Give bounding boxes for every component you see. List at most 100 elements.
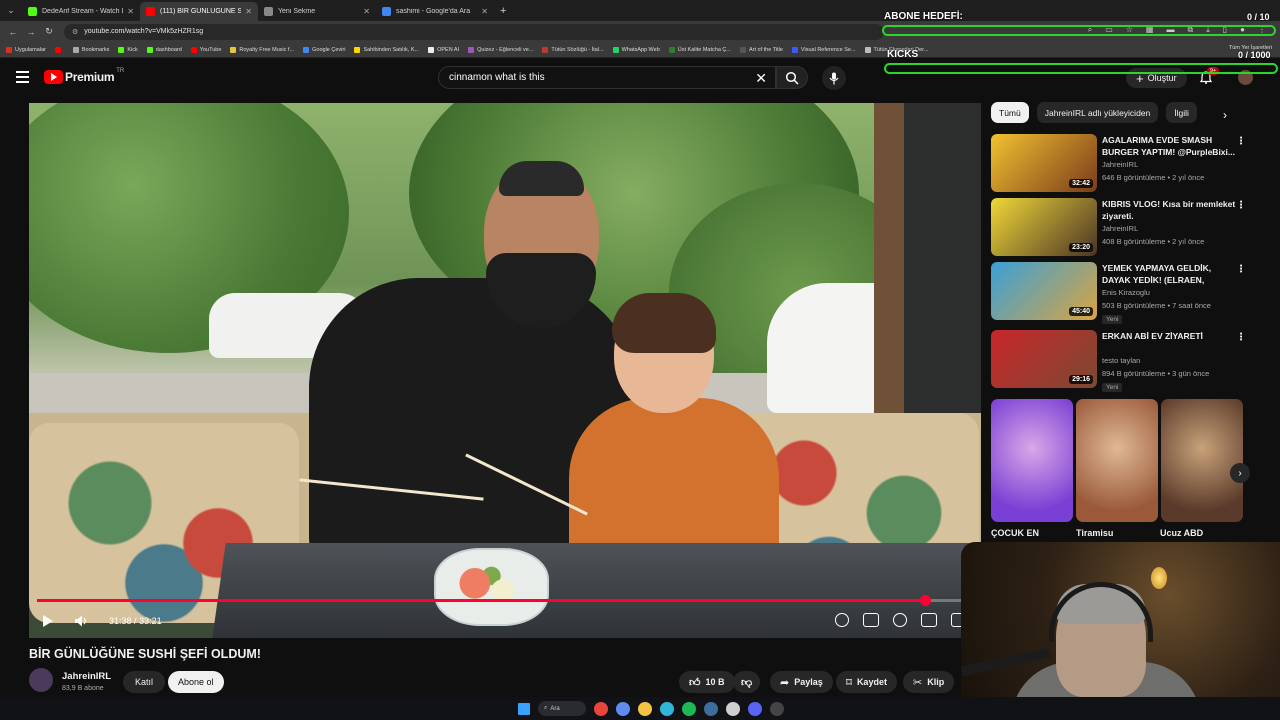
chevron-right-icon[interactable]: › [1223,108,1227,122]
like-button[interactable]: 👍︎ 10 B [679,671,735,693]
video-thumbnail[interactable]: 45:40 [991,262,1097,320]
recommended-channel[interactable]: Enis Kirazoglu [1102,288,1150,297]
more-options-icon[interactable]: ⋮ [1236,264,1246,275]
windows-start-icon[interactable] [518,702,530,715]
recommended-channel[interactable]: JahreinIRL [1102,160,1138,169]
youtube-logo[interactable]: Premium TR [44,68,124,84]
short-thumbnail[interactable] [991,399,1073,522]
recommended-title[interactable]: KIBRIS VLOG! Kısa bir memleket ziyareti. [1102,198,1236,222]
browser-tab[interactable]: (111) BİR GÜNLÜĞÜNE SUSHİ ŞE...✕ [140,2,258,21]
settings-gear-icon[interactable] [893,613,907,627]
file-explorer-icon[interactable] [638,701,652,716]
bookmark-item[interactable]: WhatsApp Web [612,46,660,53]
short-title[interactable]: Tiramisu [1076,528,1113,538]
bookmark-item[interactable]: Uygulamalar [6,46,46,53]
video-thumbnail[interactable]: 23:20 [991,198,1097,256]
chrome-icon[interactable] [594,701,608,716]
bookmark-item[interactable]: YouTube [190,46,221,53]
video-thumbnail[interactable]: 32:42 [991,134,1097,192]
forward-icon[interactable]: → [22,27,40,37]
short-title[interactable]: ÇOCUK EN [991,528,1039,538]
close-tab-icon[interactable]: ✕ [481,7,488,16]
filter-chip[interactable]: Tümü [991,102,1029,123]
bookmark-item[interactable]: Kick [118,46,138,53]
recommended-video[interactable]: 45:40 YEMEK YAPMAYA GELDİK, DAYAK YEDİK! … [991,262,1261,324]
reload-icon[interactable]: ↻ [40,26,58,37]
channel-avatar[interactable] [29,668,53,692]
short-thumbnail[interactable] [1161,399,1243,522]
back-icon[interactable]: ← [4,27,22,37]
edge-icon[interactable] [660,701,674,716]
close-tab-icon[interactable]: ✕ [245,7,252,16]
obs-icon[interactable] [770,701,784,716]
bookmark-item[interactable]: Quizez - Eğlenceli ve... [468,46,533,53]
share-button[interactable]: ➦ Paylaş [770,671,833,693]
bookmark-item[interactable]: Art of the Title [739,46,783,53]
recommended-title[interactable]: AGALARIMA EVDE SMASH BURGER YAPTIM! @Pur… [1102,134,1236,158]
short-thumbnail[interactable] [1076,399,1158,522]
spotify-icon[interactable] [682,701,696,716]
steam-icon[interactable] [704,701,718,716]
subtitles-icon[interactable] [863,613,879,627]
miniplayer-icon[interactable] [921,613,937,627]
channel-name[interactable]: JahreinIRL [62,671,111,682]
search-button[interactable] [776,66,808,89]
clear-search-icon[interactable]: ✕ [755,70,767,87]
recommended-video[interactable]: 29:16 ERKAN ABİ EV ZİYARETİ testo taylan 89… [991,330,1261,392]
share-label: Paylaş [794,677,823,687]
tab-search-icon[interactable]: ⌄ [0,0,22,21]
recommended-channel[interactable]: testo taylan [1102,356,1140,365]
bookmark-item[interactable]: OPEN AI [428,46,459,53]
recommended-channel[interactable]: JahreinIRL [1102,224,1138,233]
volume-icon[interactable] [74,614,88,628]
address-bar[interactable]: ⚙ youtube.com/watch?v=VMk5zHZR1sg [64,23,884,40]
app-icon[interactable] [726,701,740,716]
hamburger-menu-icon[interactable] [16,71,29,86]
bookmark-item[interactable]: Visual Reference Se... [791,46,856,53]
video-thumbnail[interactable]: 29:16 [991,330,1097,388]
close-tab-icon[interactable]: ✕ [363,7,370,16]
more-options-icon[interactable]: ⋮ [1236,136,1246,147]
video-player[interactable]: 31:38 / 33:21 [29,103,981,638]
recommended-title[interactable]: ERKAN ABİ EV ZİYARETİ [1102,330,1236,342]
bookmark-item[interactable]: Bookmarks [72,46,109,53]
more-options-icon[interactable]: ⋮ [1236,200,1246,211]
join-button[interactable]: Katıl [123,671,166,693]
bookmark-item[interactable]: dashboard [146,46,182,53]
recommended-video[interactable]: 32:42 AGALARIMA EVDE SMASH BURGER YAPTIM!… [991,134,1261,192]
voice-search-button[interactable] [822,66,846,90]
filter-chip[interactable]: JahreinIRL adlı yükleyiciden [1036,102,1159,123]
close-tab-icon[interactable]: ✕ [127,7,134,16]
short-title[interactable]: Ucuz ABD [1160,528,1203,538]
browser-tab[interactable]: sashimi - Google'da Ara ✕ [376,2,494,21]
recommended-video[interactable]: 23:20 KIBRIS VLOG! Kısa bir memleket ziya… [991,198,1261,256]
clip-button[interactable]: ✂ Klip [903,671,955,693]
site-info-icon[interactable]: ⚙ [72,28,78,36]
bookmark-item[interactable]: Üst Kalite Matcha Ç... [668,46,731,53]
dislike-button[interactable]: 👎︎ [733,671,761,693]
bookmark-item[interactable]: Sahibinden Satılık, K... [354,46,419,53]
autoplay-toggle-icon[interactable] [835,613,849,627]
progress-bar[interactable] [37,595,973,606]
bookmark-item[interactable]: Royalty Free Music f... [230,46,294,53]
taskbar-search[interactable]: ⌕ Ara [538,701,586,716]
search-input[interactable]: cinnamon what is this ✕ [438,66,776,89]
recommended-title[interactable]: YEMEK YAPMAYA GELDİK, DAYAK YEDİK! (ELRA… [1102,262,1236,286]
subscribe-button[interactable]: Abone ol [168,671,224,693]
bookmark-item[interactable] [54,46,64,53]
save-button[interactable]: ⌑ Kaydet [836,671,897,693]
bookmarks-bar: Uygulamalar Bookmarks Kick dashboard YouTube… [0,42,1280,58]
filter-chip[interactable]: İlgili [1166,102,1197,123]
browser-tab[interactable]: DedeArif Stream - Watch Live o... ✕ [22,2,140,21]
bookmark-item[interactable]: Google Çeviri [303,46,345,53]
lamp [1151,567,1167,589]
bookmark-item[interactable]: Tütün Sözlüğü - İtal... [542,46,604,53]
copilot-icon[interactable] [616,701,630,716]
discord-icon[interactable] [748,701,762,716]
new-tab-button[interactable]: + [500,5,506,17]
more-options-icon[interactable]: ⋮ [1236,332,1246,343]
play-icon[interactable] [43,615,53,627]
shorts-next-button[interactable]: › [1230,463,1250,483]
bookmark-label: Üst Kalite Matcha Ç... [677,46,731,53]
browser-tab[interactable]: Yeni Sekme ✕ [258,2,376,21]
